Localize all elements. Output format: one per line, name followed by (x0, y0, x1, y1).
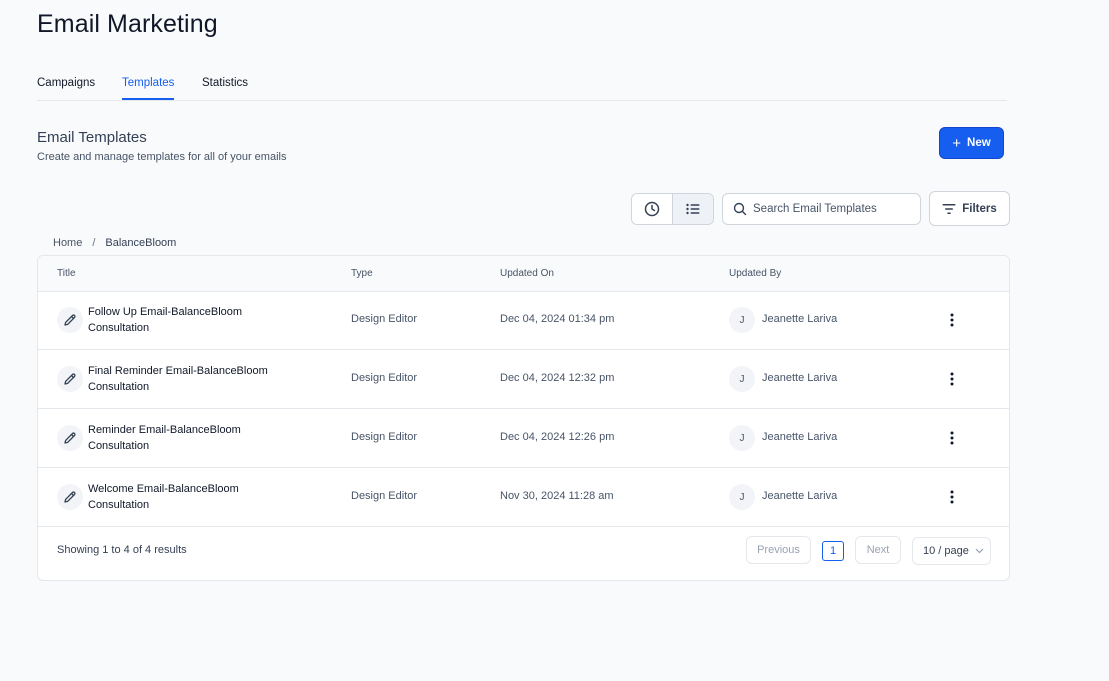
templates-table: Title Type Updated On Updated By Follow … (37, 255, 1010, 581)
view-toggle (631, 193, 714, 225)
tab-bar: Campaigns Templates Statistics (37, 72, 1007, 101)
column-header-type: Type (351, 268, 373, 279)
table-row[interactable]: Follow Up Email-BalanceBloom Consultatio… (38, 291, 1009, 350)
filter-icon (942, 203, 956, 214)
avatar: J (729, 425, 755, 451)
tab-templates[interactable]: Templates (122, 77, 175, 100)
list-icon (686, 203, 700, 215)
template-title[interactable]: Final Reminder Email-BalanceBloom Consul… (88, 363, 298, 395)
more-vertical-icon (950, 372, 954, 386)
new-template-button[interactable]: + New (939, 127, 1004, 159)
template-updated-on: Dec 04, 2024 12:26 pm (500, 431, 615, 443)
tab-statistics[interactable]: Statistics (202, 77, 248, 98)
column-header-title: Title (57, 268, 76, 279)
more-vertical-icon (950, 313, 954, 327)
table-row[interactable]: Welcome Email-BalanceBloom Consultation … (38, 468, 1009, 527)
column-header-updated-on: Updated On (500, 268, 554, 279)
template-updated-on: Nov 30, 2024 11:28 am (500, 490, 614, 502)
recent-view-button[interactable] (632, 194, 672, 224)
pencil-icon (57, 484, 83, 510)
page-title: Email Marketing (37, 10, 218, 38)
per-page-value: 10 / page (923, 545, 969, 557)
template-title[interactable]: Follow Up Email-BalanceBloom Consultatio… (88, 304, 298, 336)
row-menu-button[interactable] (940, 307, 964, 333)
template-title[interactable]: Welcome Email-BalanceBloom Consultation (88, 481, 298, 513)
new-button-label: New (967, 137, 991, 149)
row-menu-button[interactable] (940, 425, 964, 451)
tab-campaigns[interactable]: Campaigns (37, 77, 95, 98)
template-updated-by: Jeanette Lariva (762, 431, 838, 443)
more-vertical-icon (950, 490, 954, 504)
section-title: Email Templates (37, 129, 147, 146)
pencil-icon (57, 425, 83, 451)
section-subtitle: Create and manage templates for all of y… (37, 151, 287, 163)
previous-page-button[interactable]: Previous (746, 536, 811, 564)
chevron-down-icon (975, 548, 984, 554)
clock-icon (644, 201, 660, 217)
next-page-button[interactable]: Next (855, 536, 901, 564)
page-number-button[interactable]: 1 (822, 541, 844, 561)
results-summary: Showing 1 to 4 of 4 results (57, 544, 187, 556)
table-header: Title Type Updated On Updated By (38, 256, 1009, 292)
search-input[interactable] (751, 202, 915, 216)
filters-button[interactable]: Filters (929, 191, 1010, 226)
search-icon (733, 202, 747, 216)
pencil-icon (57, 307, 83, 333)
filters-label: Filters (962, 202, 997, 215)
search-box (722, 193, 921, 225)
breadcrumb-home[interactable]: Home (53, 237, 82, 249)
template-updated-on: Dec 04, 2024 01:34 pm (500, 313, 615, 325)
template-updated-on: Dec 04, 2024 12:32 pm (500, 372, 615, 384)
plus-icon: + (952, 134, 962, 152)
pencil-icon (57, 366, 83, 392)
per-page-select[interactable]: 10 / page (912, 537, 991, 565)
template-type: Design Editor (351, 431, 418, 443)
breadcrumb-separator: / (92, 237, 96, 249)
template-type: Design Editor (351, 313, 418, 325)
avatar: J (729, 484, 755, 510)
table-row[interactable]: Final Reminder Email-BalanceBloom Consul… (38, 350, 1009, 409)
row-menu-button[interactable] (940, 484, 964, 510)
more-vertical-icon (950, 431, 954, 445)
template-updated-by: Jeanette Lariva (762, 313, 838, 325)
list-view-button[interactable] (672, 194, 713, 224)
template-title[interactable]: Reminder Email-BalanceBloom Consultation (88, 422, 298, 454)
breadcrumb: Home / BalanceBloom (53, 237, 176, 249)
template-updated-by: Jeanette Lariva (762, 490, 838, 502)
avatar: J (729, 307, 755, 333)
column-header-updated-by: Updated By (729, 268, 782, 279)
template-type: Design Editor (351, 372, 418, 384)
breadcrumb-current: BalanceBloom (105, 237, 177, 249)
template-updated-by: Jeanette Lariva (762, 372, 838, 384)
table-row[interactable]: Reminder Email-BalanceBloom Consultation… (38, 409, 1009, 468)
template-type: Design Editor (351, 490, 418, 502)
avatar: J (729, 366, 755, 392)
row-menu-button[interactable] (940, 366, 964, 392)
